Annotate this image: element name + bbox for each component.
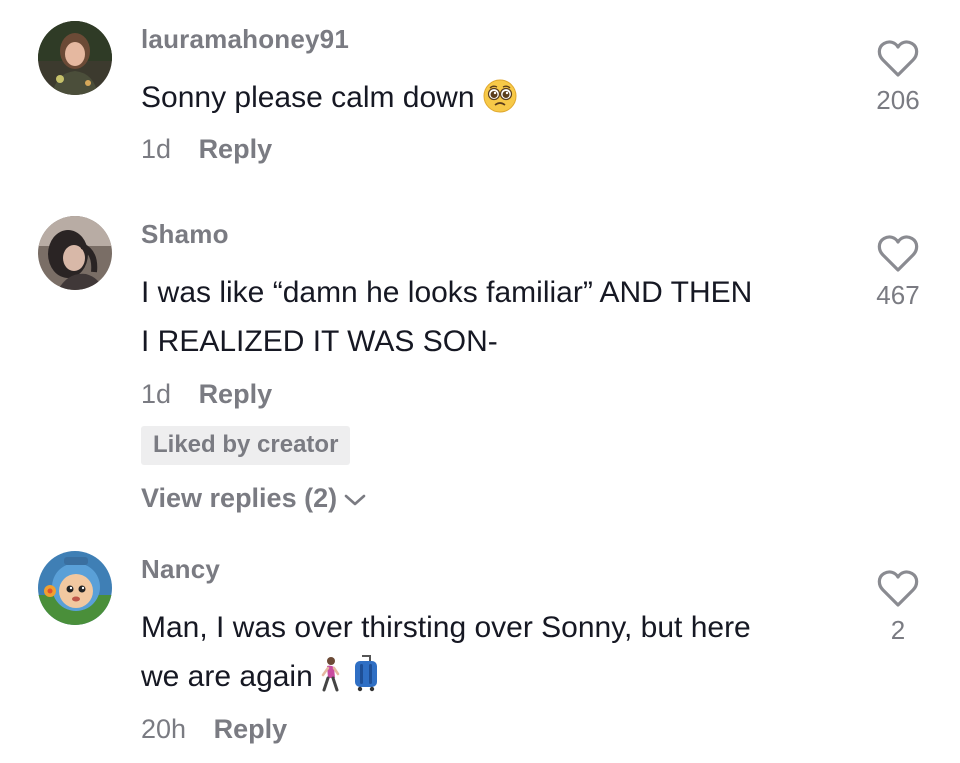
reply-button[interactable]: Reply	[214, 714, 288, 745]
like-control: 206	[858, 40, 938, 116]
username[interactable]: lauramahoney91	[141, 24, 349, 55]
comment-text-line: we are again	[141, 652, 841, 707]
comment-time: 1d	[141, 134, 172, 164]
comment-text: I was like “damn he looks familiar” AND …	[141, 268, 841, 366]
chevron-down-icon	[344, 494, 366, 506]
view-replies-label: View replies (2)	[141, 483, 338, 513]
liked-by-creator-badge: Liked by creator	[141, 426, 351, 465]
comment-meta: 20h Reply	[141, 714, 287, 745]
comment-text-content: we are again	[141, 660, 313, 693]
like-control: 467	[858, 235, 938, 311]
avatar[interactable]	[38, 216, 112, 290]
user-avatar-icon	[38, 21, 112, 95]
view-replies-button[interactable]: View replies (2)	[141, 483, 367, 514]
reply-button[interactable]: Reply	[199, 134, 273, 165]
comment-time: 20h	[141, 714, 187, 744]
heart-icon[interactable]	[877, 40, 919, 78]
reply-button[interactable]: Reply	[199, 379, 273, 410]
comment-text-line: I REALIZED IT WAS SON-	[141, 325, 498, 358]
comment-meta: 1d Reply	[141, 379, 272, 410]
person-walking-icon	[317, 656, 343, 707]
comment-meta: 1d Reply	[141, 134, 272, 165]
user-avatar-icon	[38, 216, 112, 290]
comment-text-line: I was like “damn he looks familiar” AND …	[141, 276, 753, 309]
avatar[interactable]	[38, 551, 112, 625]
heart-icon[interactable]	[877, 570, 919, 608]
username[interactable]: Shamo	[141, 219, 229, 250]
username[interactable]: Nancy	[141, 554, 220, 585]
comment-text-line: Man, I was over thirsting over Sonny, bu…	[141, 611, 751, 644]
pleading-face-icon	[483, 79, 517, 128]
like-count: 2	[890, 615, 906, 645]
luggage-icon	[351, 654, 381, 707]
like-control: 2	[858, 570, 938, 646]
heart-icon[interactable]	[877, 235, 919, 273]
avatar[interactable]	[38, 21, 112, 95]
comment-text: Sonny please calm down	[141, 73, 841, 128]
like-count: 467	[876, 280, 920, 310]
comment-text-content: Sonny please calm down	[141, 81, 475, 114]
cartoon-avatar-icon	[38, 551, 112, 625]
like-count: 206	[876, 85, 920, 115]
comment-time: 1d	[141, 379, 172, 409]
comment-text: Man, I was over thirsting over Sonny, bu…	[141, 603, 841, 707]
